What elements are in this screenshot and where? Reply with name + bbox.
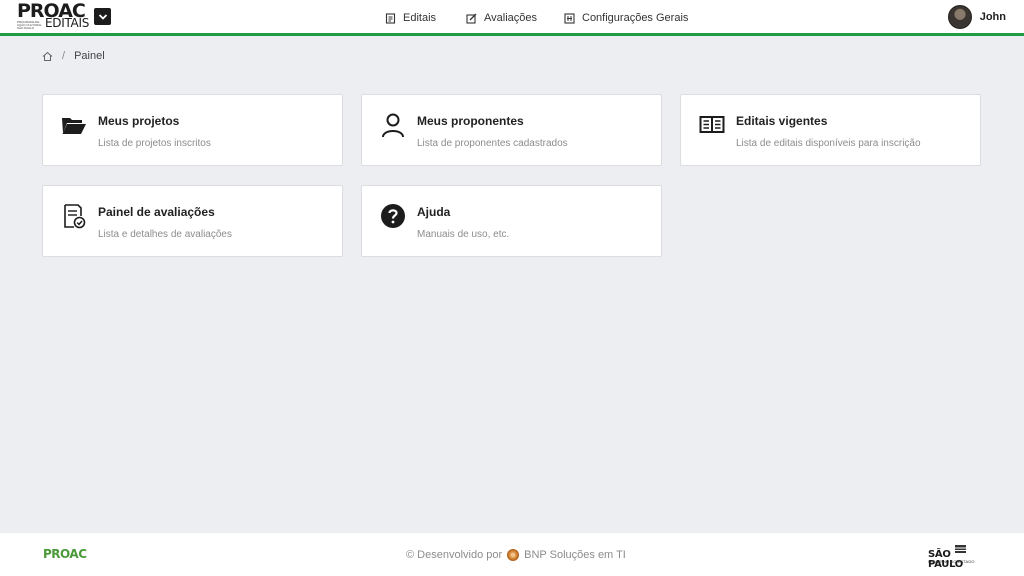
card-title: Meus projetos [98,114,180,128]
nav-avaliacoes-label: Avaliações [484,12,537,24]
footer-credit: © Desenvolvido por BNP Soluções em TI [406,549,626,561]
nav-editais[interactable]: Editais [385,0,436,36]
help-icon [381,204,405,228]
user-icon [382,113,404,138]
card-description: Lista de editais disponíveis para inscri… [736,138,921,149]
breadcrumb-current: Painel [74,50,105,62]
edit-icon [466,13,477,24]
card-title: Painel de avaliações [98,205,215,219]
sao-paulo-government-logo: SÃO PAULO GOVERNO DO ESTADO [928,545,984,570]
chevron-down-icon [98,13,107,20]
user-menu[interactable]: John [947,5,1006,29]
credit-prefix: © Desenvolvido por [406,549,503,561]
card-painel-avaliacoes[interactable]: Painel de avaliações Lista e detalhes de… [42,185,343,257]
footer: PROAC © Desenvolvido por BNP Soluções em… [0,533,1024,576]
avatar[interactable] [947,5,972,29]
logo-tiny-text: PROGRAMA DE AÇÃO CULTURAL SÃO PAULO [17,20,42,30]
card-description: Lista e detalhes de avaliações [98,229,232,240]
footer-proac-logo: PROAC [43,548,93,564]
card-title: Meus proponentes [417,114,524,128]
nav-configuracoes[interactable]: Configurações Gerais [564,0,688,36]
logo-sub-text: EDITAIS [45,16,90,30]
breadcrumb: / Painel [42,50,105,62]
proac-editais-logo[interactable]: PROAC PROGRAMA DE AÇÃO CULTURAL SÃO PAUL… [17,1,90,30]
card-meus-proponentes[interactable]: Meus proponentes Lista de proponentes ca… [361,94,662,166]
sp-logo-subtext: GOVERNO DO ESTADO [928,559,975,564]
top-navbar: PROAC PROGRAMA DE AÇÃO CULTURAL SÃO PAUL… [0,0,1024,36]
footer-logo-text: PROAC [43,547,87,561]
card-title: Editais vigentes [736,114,828,128]
home-icon[interactable] [42,51,53,62]
menu-toggle-button[interactable] [94,8,111,25]
card-description: Lista de projetos inscritos [98,138,211,149]
card-editais-vigentes[interactable]: Editais vigentes Lista de editais dispon… [680,94,981,166]
card-title: Ajuda [417,205,451,219]
breadcrumb-separator: / [62,50,66,62]
credit-company[interactable]: BNP Soluções em TI [524,549,626,561]
bnp-logo-icon [507,549,520,561]
nav-configuracoes-label: Configurações Gerais [582,12,689,24]
user-name: John [979,11,1006,23]
nav-avaliacoes[interactable]: Avaliações [466,0,537,36]
settings-grid-icon [564,12,575,24]
folder-open-icon [62,118,86,134]
card-ajuda[interactable]: Ajuda Manuais de uso, etc. [361,185,662,257]
document-icon [385,12,396,24]
evaluation-document-icon [64,204,86,229]
open-book-icon [699,116,725,133]
card-description: Manuais de uso, etc. [417,229,510,240]
card-meus-projetos[interactable]: Meus projetos Lista de projetos inscrito… [42,94,343,166]
nav-editais-label: Editais [403,12,437,24]
card-description: Lista de proponentes cadastrados [417,138,568,149]
